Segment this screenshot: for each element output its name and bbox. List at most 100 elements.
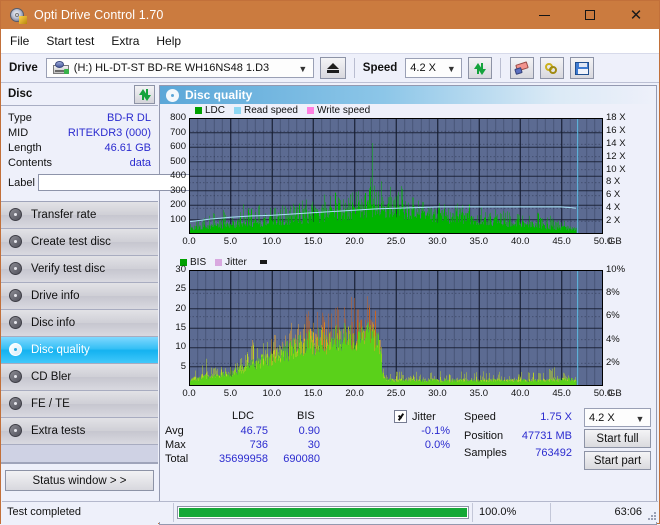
refresh-icon [138,88,152,101]
menu-start-test[interactable]: Start test [46,34,94,48]
start-part-button[interactable]: Start part [584,451,651,470]
x-tick-label: 25.0 [386,388,406,399]
y-tick-label: 100 [170,213,186,225]
disc-refresh-button[interactable] [134,84,155,104]
stats-header-bis: BIS [297,410,315,422]
y2-tick-label: 8% [606,287,620,299]
disc-type-value: BD-R DL [106,111,151,124]
y2-tick-label: 10% [606,264,626,275]
x-tick-label: 40.0 [510,388,530,399]
key-button[interactable] [540,57,565,79]
minimize-button[interactable] [521,1,567,29]
x-tick-label: 20.0 [345,236,364,247]
disc-length-label: Length [8,141,42,154]
sidebar-item-cd-bler[interactable]: CD Bler [1,364,158,391]
disc-icon [9,370,23,384]
start-full-button[interactable]: Start full [584,429,651,448]
x-tick-label: 30.0 [428,388,447,399]
bis-chart: 5 10 15 20 25 30 2% 4% 6% 8% 10% 0.0 5.0 10.0 15.0 20.0… [160,264,656,406]
disc-info-row: Length 46.61 GB [8,140,151,155]
refresh-button[interactable] [468,57,493,79]
maximize-button[interactable] [567,1,613,29]
x-tick-label: 25.0 [386,236,406,247]
y2-tick-label: 2 X [606,215,621,227]
sidebar-item-label: Drive info [31,290,80,302]
stats-max-ldc: 736 [249,439,268,451]
jitter-max-value: 0.0% [424,439,450,451]
content-panel: Disc quality LDC Read speed Write speed [159,85,657,525]
x-tick-label: 45.0 [552,388,571,399]
sidebar-item-label: CD Bler [31,371,72,383]
y2-tick-label: 4% [606,333,620,345]
disc-icon [9,208,23,222]
legend-label-ldc: LDC [205,104,226,116]
x-tick-label: 5.0 [223,388,237,399]
stats-total-bis: 690080 [283,453,320,465]
x-tick-label: 30.0 [428,236,447,247]
y2-tick-label: 18 X [606,112,626,123]
disc-icon [9,316,23,330]
sidebar-item-transfer-rate[interactable]: Transfer rate [1,202,158,229]
y-tick-label: 25 [175,283,186,295]
disc-type-label: Type [8,111,32,124]
samples-stat-value: 763492 [535,447,572,459]
speed-label: Speed [362,62,398,74]
y-tick-label: 15 [175,322,186,333]
toolbar-divider-2 [500,58,502,78]
sidebar-item-label: Create test disc [31,236,111,248]
content-title: Disc quality [185,88,253,102]
save-icon [575,61,590,75]
sidebar-item-disc-quality[interactable]: Disc quality [1,337,158,364]
menu-extra[interactable]: Extra [111,34,139,48]
position-stat-label: Position [464,430,504,442]
y2-tick-label: 6 X [606,189,621,201]
key-icon [544,62,560,75]
x-tick-label: 45.0 [552,236,571,247]
drive-select[interactable]: (H:) HL-DT-ST BD-RE WH16NS48 1.D3 ▼ [45,58,314,78]
bis-chart-legend: BIS Jitter [160,256,656,268]
disc-mid-label: MID [8,126,29,139]
y-tick-label: 200 [170,199,186,210]
legend-item-write-speed: Write speed [306,105,370,116]
sidebar-item-fe-te[interactable]: FE / TE [1,391,158,418]
disc-label-caption: Label [8,176,35,189]
menu-bar: File Start test Extra Help [1,29,659,53]
stats-max-bis: 30 [307,439,320,451]
disc-icon [9,262,23,276]
sidebar-item-extra-tests[interactable]: Extra tests [1,418,158,445]
eject-button[interactable] [319,57,346,79]
disc-contents-value: data [129,156,151,169]
jitter-checkbox[interactable] [394,410,407,423]
y2-tick-label: 4 X [606,202,621,214]
legend-marker-icon [259,260,267,264]
test-speed-select[interactable]: 4.2 X ▼ [584,408,651,427]
sidebar-item-verify-test-disc[interactable]: Verify test disc [1,256,158,283]
y-tick-label: 400 [170,170,186,181]
stats-row-total-label: Total [165,453,189,465]
nav-list: Transfer rate Create test disc Verify te… [1,201,158,464]
disc-panel-title: Disc [8,88,33,100]
bis-chart-plot [189,270,603,386]
resize-grip-icon[interactable] [645,509,656,520]
close-button[interactable]: ✕ [613,1,659,29]
save-button[interactable] [570,57,595,79]
sidebar-item-disc-info[interactable]: Disc info [1,310,158,337]
menu-help[interactable]: Help [156,34,181,48]
sidebar-item-create-test-disc[interactable]: Create test disc [1,229,158,256]
x-tick-label: 0.0 [182,236,196,247]
speed-select[interactable]: 4.2 X ▼ [405,58,463,78]
window-title: Opti Drive Control 1.70 [34,8,164,22]
menu-file[interactable]: File [10,34,29,48]
sidebar-item-label: Disc quality [31,344,90,356]
disc-panel-header: Disc [1,83,158,106]
erase-button[interactable] [510,57,535,79]
speed-stat-label: Speed [464,411,496,423]
sidebar-item-drive-info[interactable]: Drive info [1,283,158,310]
stats-row-avg-label: Avg [165,425,184,437]
status-window-button[interactable]: Status window > > [5,470,154,491]
x-tick-label: 40.0 [510,236,530,247]
disc-info: Type BD-R DL MID RITEKDR3 (000) Length 4… [1,106,239,194]
legend-swatch-jitter [215,258,223,266]
title-bar: Opti Drive Control 1.70 ✕ [1,1,659,29]
disc-icon [9,235,23,249]
